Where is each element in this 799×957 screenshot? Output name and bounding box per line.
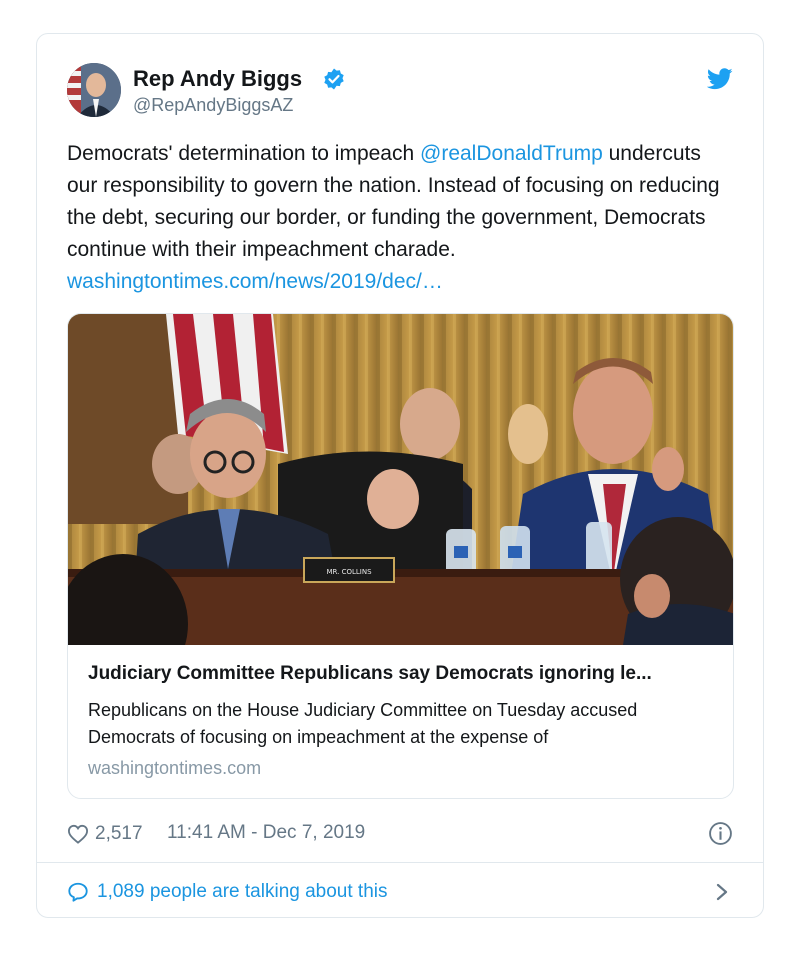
verified-badge-icon — [324, 68, 344, 90]
tweet-text: Democrats' determination to impeach @rea… — [67, 138, 727, 298]
heart-icon — [67, 824, 89, 844]
twitter-bird-icon[interactable] — [707, 68, 733, 90]
link-preview-card[interactable]: MR. COLLINS Judiciary Committee Republic… — [67, 313, 734, 799]
timestamp[interactable]: 11:41 AM - Dec 7, 2019 — [167, 822, 365, 844]
like-button[interactable]: 2,517 — [67, 821, 143, 847]
tweet-text-start: Democrats' determination to impeach — [67, 142, 421, 165]
card-title[interactable]: Judiciary Committee Republicans say Demo… — [88, 663, 718, 685]
tweet-card[interactable]: Rep Andy Biggs @RepAndyBiggsAZ Democrats… — [36, 33, 764, 918]
avatar[interactable] — [67, 63, 121, 117]
card-domain: washingtontimes.com — [88, 758, 262, 778]
speech-bubble-icon — [68, 882, 88, 902]
mention-link[interactable]: @realDonaldTrump — [420, 142, 603, 165]
chevron-right-icon[interactable] — [715, 882, 729, 902]
conversation-link[interactable]: 1,089 people are talking about this — [67, 879, 388, 905]
conversation-text: 1,089 people are talking about this — [97, 881, 388, 902]
info-icon[interactable] — [708, 821, 733, 846]
divider — [37, 862, 763, 863]
author-handle[interactable]: @RepAndyBiggsAZ — [133, 95, 293, 116]
article-link[interactable]: washingtontimes.com/news/2019/dec/… — [67, 270, 443, 293]
author-name[interactable]: Rep Andy Biggs — [133, 66, 302, 92]
article-photo: MR. COLLINS — [68, 314, 733, 645]
like-count: 2,517 — [95, 823, 143, 844]
nameplate-text: MR. COLLINS — [326, 568, 372, 576]
card-description: Republicans on the House Judiciary Commi… — [88, 700, 638, 747]
